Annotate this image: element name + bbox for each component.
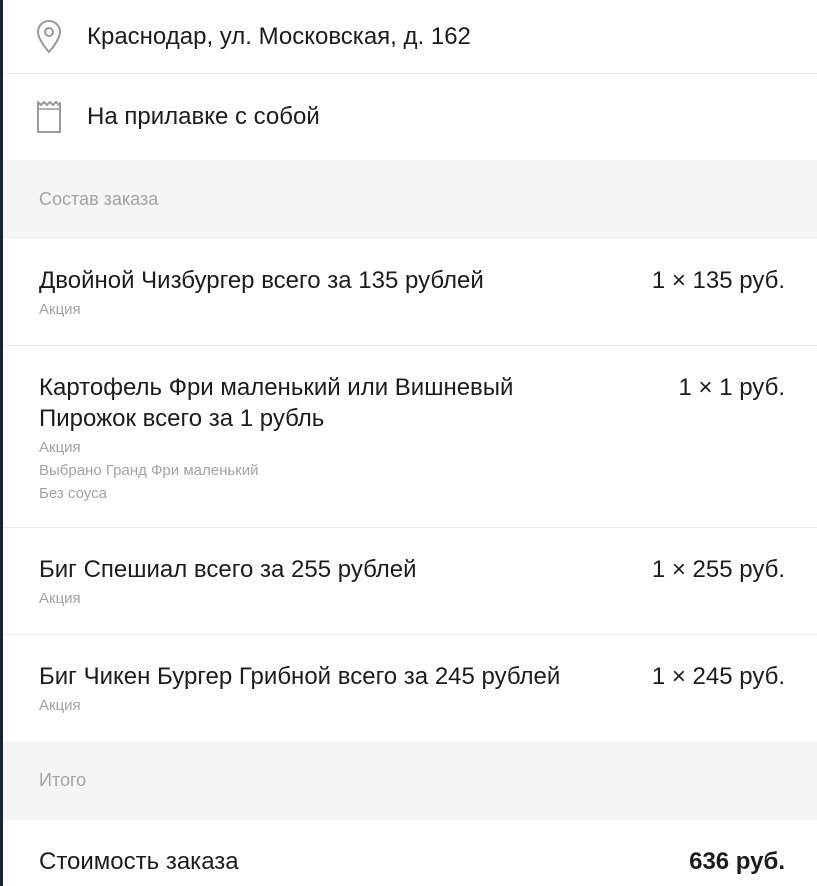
item-detail: Акция	[39, 590, 81, 607]
item-name: Биг Спешиал всего за 255 рублей	[39, 556, 417, 583]
total-section-title: Итого	[39, 770, 87, 790]
order-total-label: Стоимость заказа	[39, 848, 239, 875]
order-details-panel: Краснодар, ул. Московская, д. 162 На при…	[3, 0, 817, 886]
item-detail: Акция	[39, 697, 81, 714]
address-text: Краснодар, ул. Московская, д. 162	[87, 22, 471, 50]
item-detail: Без соуса	[39, 485, 107, 502]
item-quantity-price: 1 × 1 руб.	[678, 374, 785, 401]
pickup-method-row: На прилавке с собой	[3, 74, 817, 160]
total-section-header: Итого	[3, 741, 817, 820]
item-name: Биг Чикен Бургер Грибной всего за 245 ру…	[39, 663, 561, 690]
list-item: Биг Чикен Бургер Грибной всего за 245 ру…	[3, 635, 817, 741]
item-name: Двойной Чизбургер всего за 135 рублей	[39, 267, 484, 294]
order-section-title: Состав заказа	[39, 189, 159, 209]
pickup-method-text: На прилавке с собой	[87, 103, 320, 130]
order-section-header: Состав заказа	[3, 160, 817, 239]
item-quantity-price: 1 × 255 руб.	[651, 556, 785, 583]
item-detail: Выбрано Гранд Фри маленький	[39, 462, 259, 479]
list-item: Двойной Чизбургер всего за 135 рублей Ак…	[3, 239, 817, 346]
item-detail: Акция	[39, 439, 81, 456]
list-item: Картофель Фри маленький или Вишневый Пир…	[3, 346, 817, 528]
order-items-list: Двойной Чизбургер всего за 135 рублей Ак…	[3, 239, 817, 741]
receipt-icon	[35, 99, 63, 135]
map-pin-icon	[35, 19, 63, 55]
item-detail: Акция	[39, 301, 81, 318]
address-row: Краснодар, ул. Московская, д. 162	[3, 0, 817, 74]
list-item: Биг Спешиал всего за 255 рублей Акция 1 …	[3, 528, 817, 635]
item-quantity-price: 1 × 245 руб.	[651, 663, 785, 690]
item-quantity-price: 1 × 135 руб.	[651, 267, 785, 294]
order-total-row: Стоимость заказа 636 руб.	[3, 820, 817, 886]
item-name: Картофель Фри маленький или Вишневый Пир…	[39, 374, 514, 432]
order-total-value: 636 руб.	[689, 848, 785, 875]
